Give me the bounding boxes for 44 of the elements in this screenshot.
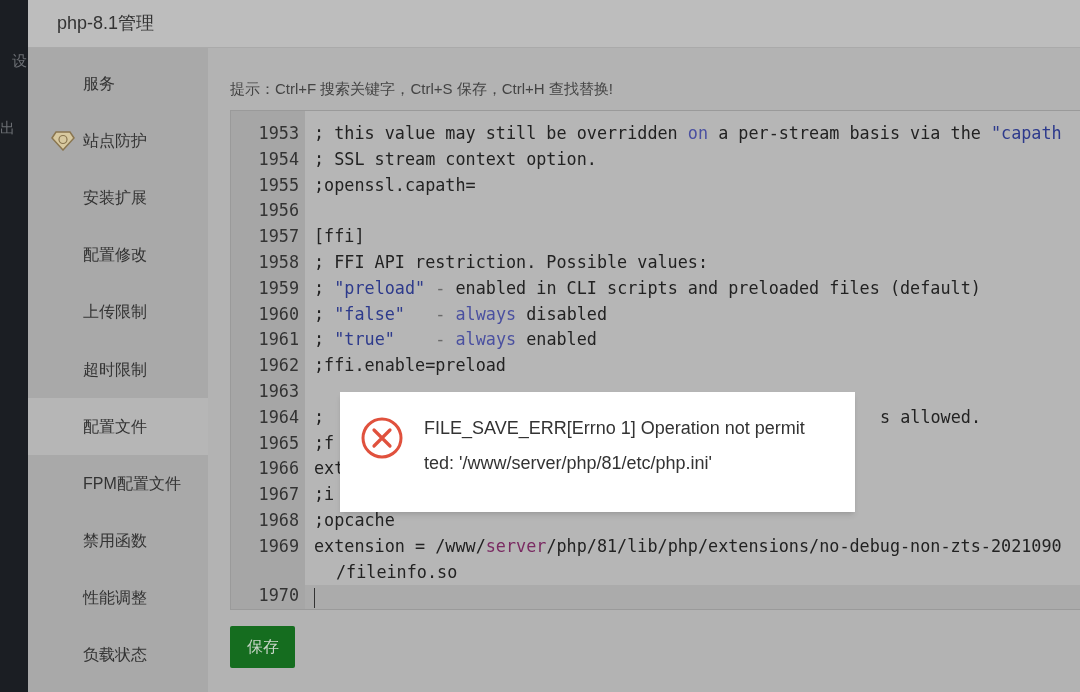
menu-text: 出 xyxy=(0,117,15,138)
save-button[interactable]: 保存 xyxy=(230,626,295,668)
code-line: extension = /www/server/php/81/lib/php/extensions/no-debug-non-zts-2021090 xyxy=(314,535,1062,556)
line-number: 1965 xyxy=(258,431,299,455)
code-line: ;f xyxy=(314,432,335,453)
code-line: ; xyxy=(314,406,325,427)
code-line: ;ffi.enable=preload xyxy=(314,355,506,376)
text-cursor xyxy=(314,588,315,609)
diamond-icon xyxy=(51,130,75,151)
line-number: 1964 xyxy=(258,405,299,429)
code-line: ;i xyxy=(314,484,335,505)
line-number: 1963 xyxy=(258,379,299,403)
code-line: ; "true" - always enabled xyxy=(314,329,597,350)
error-message: FILE_SAVE_ERR[Errno 1] Operation not permitted: '/www/server/php/81/etc/php.ini' xyxy=(424,417,806,475)
code-line: ;opcache xyxy=(314,509,395,530)
hint-text: 提示：Ctrl+F 搜索关键字，Ctrl+S 保存，Ctrl+H 查找替换! xyxy=(230,79,614,99)
code-line: ; "false" - always disabled xyxy=(314,303,608,324)
line-number: 1966 xyxy=(258,457,299,481)
line-number: 1959 xyxy=(258,276,299,300)
line-number: 1958 xyxy=(258,251,299,274)
window-title: php-8.1管理 xyxy=(28,0,1080,48)
line-number: 1953 xyxy=(258,122,299,145)
line-number: 1954 xyxy=(258,147,299,171)
line-number: 1970 xyxy=(258,584,299,608)
menu-text: 设 xyxy=(12,51,27,71)
line-number: 1969 xyxy=(258,534,299,558)
line-number: 1961 xyxy=(258,328,299,352)
line-number: 1956 xyxy=(258,199,299,223)
line-number: 1967 xyxy=(258,483,299,507)
line-number: 1968 xyxy=(258,508,299,532)
code-line: ; this value may still be overridden on a per-stream basis via the "capath xyxy=(314,123,1062,143)
line-number: 1955 xyxy=(258,173,299,197)
code-line: ; SSL stream context option. xyxy=(314,148,597,169)
error-icon xyxy=(360,416,404,460)
line-number: 1957 xyxy=(258,225,299,249)
code-line: ; FFI API restriction. Possible values: xyxy=(314,252,709,272)
code-text: s allowed. xyxy=(880,405,982,429)
code-line: /fileinfo.so xyxy=(335,561,458,582)
code-line: [ffi] xyxy=(314,226,365,247)
line-number: 1960 xyxy=(258,302,299,326)
sidebar-item[interactable]: 配置文件 xyxy=(28,398,208,456)
line-number: 1962 xyxy=(258,354,299,378)
code-line: ; "preload" - enabled in CLI scripts and preloaded files (default) xyxy=(314,277,981,298)
code-line: ;openssl.capath= xyxy=(314,174,476,195)
